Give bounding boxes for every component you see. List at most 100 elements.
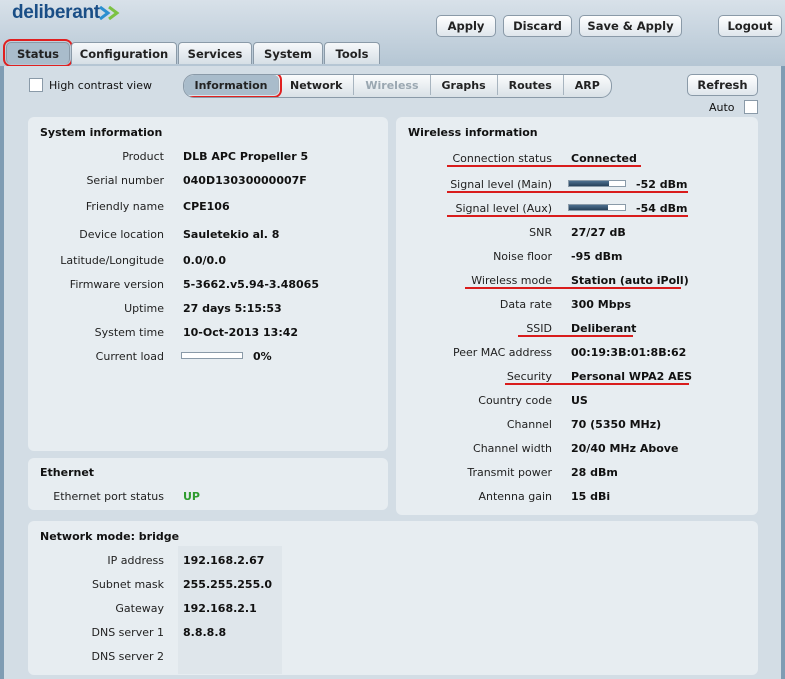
ethernet-title: Ethernet: [40, 466, 95, 479]
wireless-info-row-value: 70 (5350 MHz): [571, 418, 662, 431]
wireless-info-row-value: 300 Mbps: [571, 298, 632, 311]
system-info-row-label: Latitude/Longitude: [60, 254, 164, 267]
signal-aux-label: Signal level (Aux): [455, 202, 552, 215]
wireless-info-row-label: Peer MAC address: [452, 346, 552, 359]
signal-main-value: -52 dBm: [636, 178, 688, 191]
system-info-row-value: 040D13030000007F: [183, 174, 307, 187]
network-row-value: 8.8.8.8: [183, 626, 227, 639]
subtab-information[interactable]: Information: [183, 75, 282, 97]
system-info-row-label: Device location: [79, 228, 164, 241]
auto-label: Auto: [709, 101, 735, 114]
wireless-info-row-value: 27/27 dB: [571, 226, 626, 239]
sub-tabs: Information Network Wireless Graphs Rout…: [183, 74, 612, 98]
tab-services[interactable]: Services: [178, 42, 252, 64]
system-info-row-value: Sauletekio al. 8: [183, 228, 280, 241]
tab-tools[interactable]: Tools: [324, 42, 380, 64]
system-info-title: System information: [40, 126, 163, 139]
wireless-info-row-label: Security: [506, 370, 552, 383]
high-contrast-label: High contrast view: [49, 79, 152, 92]
signal-aux-value: -54 dBm: [636, 202, 688, 215]
wireless-info-row-label: Antenna gain: [478, 490, 552, 503]
logo-chevron-icon: [99, 6, 120, 20]
system-info-row-value: 5-3662.v5.94-3.48065: [183, 278, 319, 291]
system-info-row-label: Uptime: [124, 302, 164, 315]
network-row-value: 192.168.2.67: [183, 554, 265, 567]
ssid-underline: [518, 335, 633, 337]
system-info-row-value: 0.0/0.0: [183, 254, 226, 267]
wireless-info-row-value: 00:19:3B:01:8B:62: [571, 346, 687, 359]
wireless-info-row-value: Deliberant: [571, 322, 637, 335]
discard-button[interactable]: Discard: [503, 15, 572, 37]
subtab-routes[interactable]: Routes: [498, 75, 564, 95]
wireless-info-row-label: Data rate: [499, 298, 552, 311]
network-row-label: IP address: [107, 554, 164, 567]
network-row-label: Subnet mask: [91, 578, 164, 591]
wireless-info-row-value: Personal WPA2 AES: [571, 370, 693, 383]
wireless-info-row-label: SNR: [529, 226, 552, 239]
network-row-label: DNS server 2: [91, 650, 165, 663]
tab-status[interactable]: Status: [3, 39, 73, 67]
system-info-row-label: Firmware version: [69, 278, 164, 291]
signal-aux-bar: [568, 204, 626, 211]
wireless-info-title: Wireless information: [408, 126, 538, 139]
system-info-row-label: Product: [122, 150, 164, 163]
subtab-wireless: Wireless: [354, 75, 431, 95]
subtab-network[interactable]: Network: [279, 75, 355, 95]
subtab-graphs[interactable]: Graphs: [431, 75, 498, 95]
system-info-row-label: Serial number: [86, 174, 164, 187]
wireless-info-row-value: 15 dBi: [571, 490, 611, 503]
connection-status-label: Connection status: [452, 152, 552, 165]
brand-logo: deliberant: [12, 2, 100, 23]
high-contrast-checkbox[interactable]: [29, 78, 43, 92]
network-row-label: DNS server 1: [91, 626, 165, 639]
signal-main-bar-fill: [569, 181, 610, 186]
security-underline: [505, 383, 689, 385]
ethernet-port-label: Ethernet port status: [53, 490, 164, 503]
connection-status-underline: [447, 165, 641, 167]
auto-checkbox[interactable]: [744, 100, 758, 114]
system-info-row-value: 27 days 5:15:53: [183, 302, 282, 315]
network-row-value: 192.168.2.1: [183, 602, 257, 615]
signal-aux-bar-fill: [569, 205, 609, 210]
signal-main-bar: [568, 180, 626, 187]
apply-button[interactable]: Apply: [436, 15, 496, 37]
wireless-info-row-label: Transmit power: [467, 466, 552, 479]
network-row-label: Gateway: [115, 602, 164, 615]
wireless-info-row-value: Station (auto iPoll): [571, 274, 689, 287]
main-tabs: Status Configuration Services System Too…: [3, 39, 381, 67]
tab-configuration[interactable]: Configuration: [71, 42, 177, 64]
wireless-info-row-label: Channel width: [473, 442, 552, 455]
logout-button[interactable]: Logout: [718, 15, 782, 37]
current-load-bar: [181, 352, 243, 359]
system-info-row-value: DLB APC Propeller 5: [183, 150, 309, 163]
current-load-label: Current load: [95, 350, 164, 363]
current-load-value: 0%: [253, 350, 272, 363]
system-info-row-value: 10-Oct-2013 13:42: [183, 326, 299, 339]
subtab-arp[interactable]: ARP: [564, 75, 611, 95]
wireless-info-row-value: 20/40 MHz Above: [571, 442, 679, 455]
ethernet-port-status: UP: [183, 490, 200, 503]
system-info-row-label: Friendly name: [85, 200, 164, 213]
system-info-row-label: System time: [94, 326, 164, 339]
save-apply-button[interactable]: Save & Apply: [579, 15, 682, 37]
connection-status-value: Connected: [571, 152, 637, 165]
wireless-info-panel: [396, 117, 758, 515]
network-title: Network mode: bridge: [40, 530, 180, 543]
network-row-value: 255.255.255.0: [183, 578, 273, 591]
wireless-info-row-label: SSID: [526, 322, 552, 335]
signal-aux-underline: [447, 215, 688, 217]
wireless-info-row-label: Country code: [478, 394, 552, 407]
wireless-info-row-label: Channel: [506, 418, 552, 431]
wireless-info-row-label: Noise floor: [493, 250, 552, 263]
signal-main-label: Signal level (Main): [450, 178, 552, 191]
wireless-info-row-value: -95 dBm: [571, 250, 623, 263]
signal-main-underline: [447, 191, 688, 193]
refresh-button[interactable]: Refresh: [687, 74, 758, 96]
wireless-mode-underline: [465, 287, 681, 289]
tab-system[interactable]: System: [253, 42, 323, 64]
system-info-row-value: CPE106: [183, 200, 230, 213]
top-bar: deliberant Apply Discard Save & Apply Lo…: [0, 0, 785, 67]
wireless-info-row-value: US: [571, 394, 588, 407]
wireless-info-row-value: 28 dBm: [571, 466, 618, 479]
wireless-info-row-label: Wireless mode: [471, 274, 552, 287]
